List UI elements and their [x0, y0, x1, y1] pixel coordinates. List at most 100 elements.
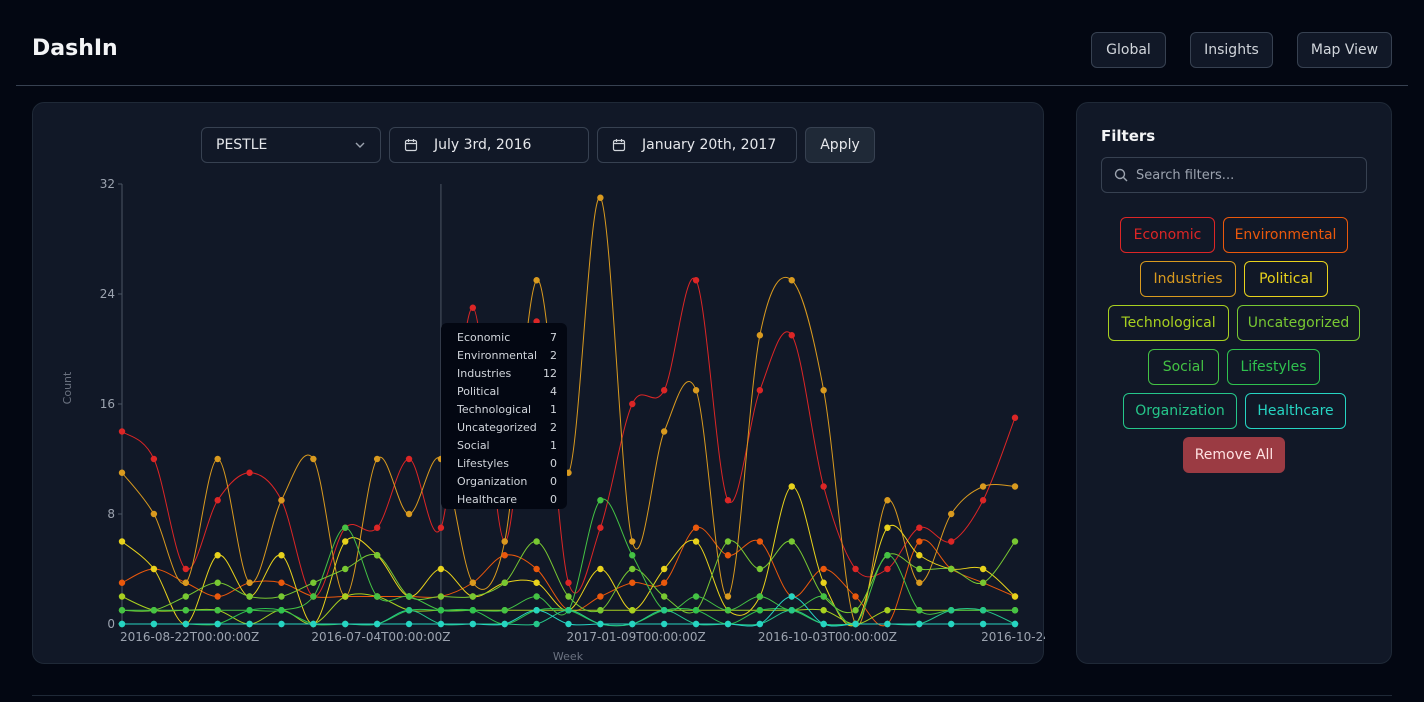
start-date-picker[interactable]: July 3rd, 2016	[389, 127, 589, 163]
data-point	[373, 620, 381, 628]
data-point	[820, 620, 827, 628]
data-point	[150, 455, 158, 463]
data-point	[1011, 593, 1019, 600]
data-point	[118, 620, 126, 628]
start-date-value: July 3rd, 2016	[434, 137, 532, 153]
remove-all-button[interactable]: Remove All	[1183, 437, 1285, 473]
data-point	[565, 607, 572, 614]
data-point	[788, 277, 795, 284]
data-point	[788, 538, 795, 545]
data-point	[597, 565, 604, 573]
data-point	[629, 538, 636, 545]
y-tick-label: 0	[107, 617, 115, 631]
filter-chip-healthcare[interactable]: Healthcare	[1245, 393, 1346, 429]
filter-chip-social[interactable]: Social	[1148, 349, 1219, 385]
data-point	[597, 620, 604, 628]
data-point	[788, 593, 795, 600]
data-point	[150, 565, 158, 573]
data-point	[756, 620, 764, 628]
nav-insights-button[interactable]: Insights	[1190, 32, 1273, 68]
end-date-picker[interactable]: January 20th, 2017	[597, 127, 797, 163]
series-line	[121, 277, 1016, 598]
data-point	[214, 497, 221, 504]
data-point	[660, 579, 668, 586]
filter-chip-organization[interactable]: Organization	[1123, 393, 1237, 429]
data-point	[820, 387, 827, 394]
y-tick-label: 8	[107, 507, 115, 521]
data-point	[150, 620, 158, 628]
data-point	[692, 538, 700, 545]
filter-search-box	[1101, 157, 1367, 193]
tooltip-row: Economic 7	[457, 329, 557, 347]
tooltip-row: Technological 1	[457, 401, 557, 419]
data-point	[756, 538, 764, 545]
data-point	[820, 483, 827, 490]
category-select[interactable]: PESTLE	[201, 127, 381, 163]
data-point	[979, 565, 987, 573]
data-point	[724, 620, 732, 628]
data-point	[629, 620, 636, 628]
data-point	[884, 620, 891, 628]
data-point	[405, 607, 413, 614]
filter-chip-lifestyles[interactable]: Lifestyles	[1227, 349, 1320, 385]
filter-chip-technological[interactable]: Technological	[1108, 305, 1229, 341]
data-point	[660, 565, 668, 573]
data-point	[533, 607, 540, 614]
data-point	[629, 607, 636, 614]
filter-chip-industries[interactable]: Industries	[1140, 261, 1236, 297]
x-tick-label: 2016-07-04T00:00:00Z	[311, 630, 450, 644]
data-point	[246, 469, 253, 476]
data-point	[1011, 607, 1019, 614]
y-tick-label: 16	[100, 397, 115, 411]
data-point	[118, 428, 126, 435]
data-point	[852, 565, 859, 573]
tooltip-value: 4	[550, 385, 557, 398]
y-tick-label: 24	[100, 287, 115, 301]
filter-chip-political[interactable]: Political	[1244, 261, 1328, 297]
series-line	[121, 197, 1016, 627]
filter-chip-uncategorized[interactable]: Uncategorized	[1237, 305, 1360, 341]
data-point	[884, 607, 891, 614]
data-point	[501, 579, 508, 586]
tooltip-row: Political 4	[457, 383, 557, 401]
tooltip-row: Environmental 2	[457, 347, 557, 365]
data-point	[597, 194, 604, 201]
data-point	[118, 469, 126, 476]
data-point	[820, 593, 827, 600]
filter-chip-economic[interactable]: Economic	[1120, 217, 1215, 253]
data-point	[310, 579, 317, 586]
chevron-down-icon	[355, 142, 365, 148]
data-point	[469, 620, 477, 628]
chart-tooltip: Economic 7 Environmental 2 Industries 12 Po…	[441, 323, 567, 509]
data-point	[533, 538, 540, 545]
data-point	[884, 565, 891, 573]
x-tick-label: 2016-10-03T00:00:00Z	[758, 630, 897, 644]
tooltip-label: Healthcare	[457, 493, 517, 506]
data-point	[469, 607, 477, 614]
end-date-value: January 20th, 2017	[642, 137, 777, 153]
data-point	[182, 607, 189, 614]
apply-button[interactable]: Apply	[805, 127, 875, 163]
data-point	[597, 593, 604, 600]
filter-search-input[interactable]	[1136, 167, 1356, 183]
data-point	[501, 538, 508, 545]
data-point	[405, 510, 413, 518]
tooltip-label: Organization	[457, 475, 528, 488]
data-point	[469, 593, 477, 600]
footer-divider	[32, 695, 1392, 696]
filter-chip-environmental[interactable]: Environmental	[1223, 217, 1348, 253]
nav-global-button[interactable]: Global	[1091, 32, 1166, 68]
nav-map-view-button[interactable]: Map View	[1297, 32, 1392, 68]
data-point	[150, 607, 158, 614]
data-point	[629, 579, 636, 586]
data-point	[533, 565, 540, 573]
data-point	[118, 607, 126, 614]
data-point	[724, 538, 732, 545]
data-point	[182, 620, 189, 628]
data-point	[469, 579, 477, 586]
tooltip-value: 12	[543, 367, 557, 380]
x-axis-title: Week	[553, 650, 584, 663]
data-point	[916, 620, 923, 628]
data-point	[692, 277, 700, 284]
tooltip-value: 2	[550, 421, 557, 434]
